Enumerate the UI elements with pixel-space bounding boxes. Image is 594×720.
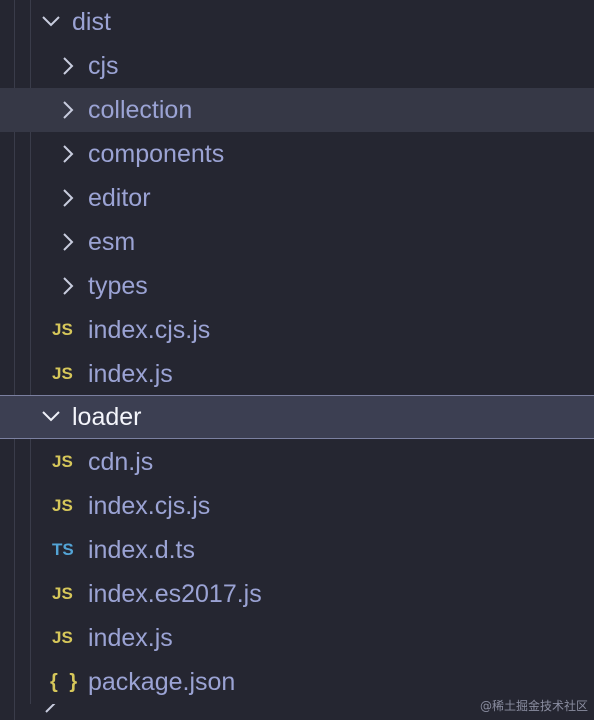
chevron-down-icon [40, 395, 62, 439]
folder-label: loader [72, 403, 142, 431]
folder-row-esm[interactable]: esm [0, 220, 594, 264]
folder-row-components[interactable]: components [0, 132, 594, 176]
folder-row-dist[interactable]: dist [0, 0, 594, 44]
js-file-icon: JS [52, 628, 73, 647]
file-label: cdn.js [88, 448, 154, 476]
file-label: index.js [88, 624, 173, 652]
folder-label: types [88, 272, 148, 300]
folder-label: cjs [88, 52, 119, 80]
folder-row-loader[interactable]: loader [0, 395, 594, 439]
chevron-right-icon [58, 176, 80, 220]
file-label: index.cjs.js [88, 316, 211, 344]
folder-label: collection [88, 96, 193, 124]
js-file-icon: JS [52, 364, 73, 383]
file-explorer-tree: dist cjs collection components editor es… [0, 0, 594, 720]
js-file-icon: JS [52, 320, 73, 339]
watermark-text: @稀土掘金技术社区 [479, 699, 588, 713]
chevron-right-icon [58, 220, 80, 264]
file-row-index-js[interactable]: JS index.js [0, 616, 594, 660]
chevron-right-icon [58, 44, 80, 88]
folder-label: dist [72, 8, 111, 36]
folder-label: esm [88, 228, 136, 256]
chevron-down-icon [40, 0, 62, 44]
folder-row-types[interactable]: types [0, 264, 594, 308]
file-row-index-js[interactable]: JS index.js [0, 352, 594, 396]
file-label: index.d.ts [88, 536, 196, 564]
file-row-index-cjs-js[interactable]: JS index.cjs.js [0, 484, 594, 528]
json-file-icon: { } [50, 671, 81, 693]
chevron-right-icon [58, 132, 80, 176]
folder-row-cjs[interactable]: cjs [0, 44, 594, 88]
file-row-cdn-js[interactable]: JS cdn.js [0, 440, 594, 484]
folder-row-editor[interactable]: editor [0, 176, 594, 220]
js-file-icon: JS [52, 496, 73, 515]
chevron-right-icon [58, 88, 80, 132]
ts-file-icon: TS [52, 540, 74, 559]
js-file-icon: JS [52, 452, 73, 471]
file-label: index.js [88, 360, 173, 388]
file-row-index-cjs-js[interactable]: JS index.cjs.js [0, 308, 594, 352]
file-row-index-d-ts[interactable]: TS index.d.ts [0, 528, 594, 572]
file-row-index-es2017-js[interactable]: JS index.es2017.js [0, 572, 594, 616]
chevron-right-icon [40, 704, 62, 720]
folder-label: editor [88, 184, 151, 212]
folder-label: components [88, 140, 225, 168]
chevron-right-icon [58, 264, 80, 308]
file-label: package.json [88, 668, 236, 696]
file-label: index.es2017.js [88, 580, 262, 608]
folder-row-collection[interactable]: collection [0, 88, 594, 132]
js-file-icon: JS [52, 584, 73, 603]
file-label: index.cjs.js [88, 492, 211, 520]
